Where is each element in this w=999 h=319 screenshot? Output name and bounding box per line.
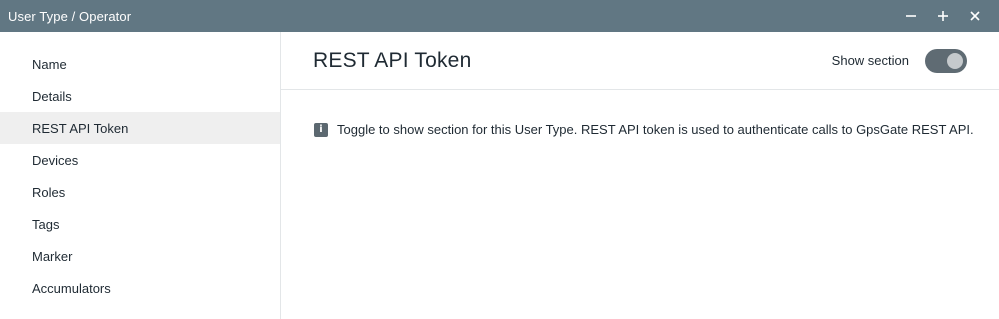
sidebar-item-accumulators[interactable]: Accumulators xyxy=(0,272,280,304)
info-text: Toggle to show section for this User Typ… xyxy=(337,122,974,137)
info-icon: i xyxy=(314,122,328,137)
sidebar-item-devices[interactable]: Devices xyxy=(0,144,280,176)
main-panel: REST API Token Show section i Toggle to … xyxy=(281,32,999,319)
show-section-toggle[interactable] xyxy=(925,48,967,73)
sidebar-item-details[interactable]: Details xyxy=(0,80,280,112)
show-section-label: Show section xyxy=(831,53,909,68)
toggle-knob xyxy=(947,52,963,69)
maximize-icon xyxy=(938,11,948,21)
sidebar-item-roles[interactable]: Roles xyxy=(0,176,280,208)
close-button[interactable] xyxy=(959,0,991,32)
window-titlebar: User Type / Operator xyxy=(0,0,999,32)
sidebar-item-marker[interactable]: Marker xyxy=(0,240,280,272)
sidebar-item-tags[interactable]: Tags xyxy=(0,208,280,240)
sidebar-nav: Name Details REST API Token Devices Role… xyxy=(0,32,281,319)
page-title: REST API Token xyxy=(313,48,472,72)
maximize-button[interactable] xyxy=(927,0,959,32)
section-header: REST API Token Show section xyxy=(281,32,999,90)
info-message: i Toggle to show section for this User T… xyxy=(314,122,974,137)
close-icon xyxy=(970,11,980,21)
minimize-icon xyxy=(906,15,916,17)
minimize-button[interactable] xyxy=(895,0,927,32)
sidebar-item-name[interactable]: Name xyxy=(0,48,280,80)
sidebar-item-rest-api-token[interactable]: REST API Token xyxy=(0,112,280,144)
window-title: User Type / Operator xyxy=(8,8,132,24)
window-controls xyxy=(895,0,991,32)
show-section-control: Show section xyxy=(831,48,967,73)
